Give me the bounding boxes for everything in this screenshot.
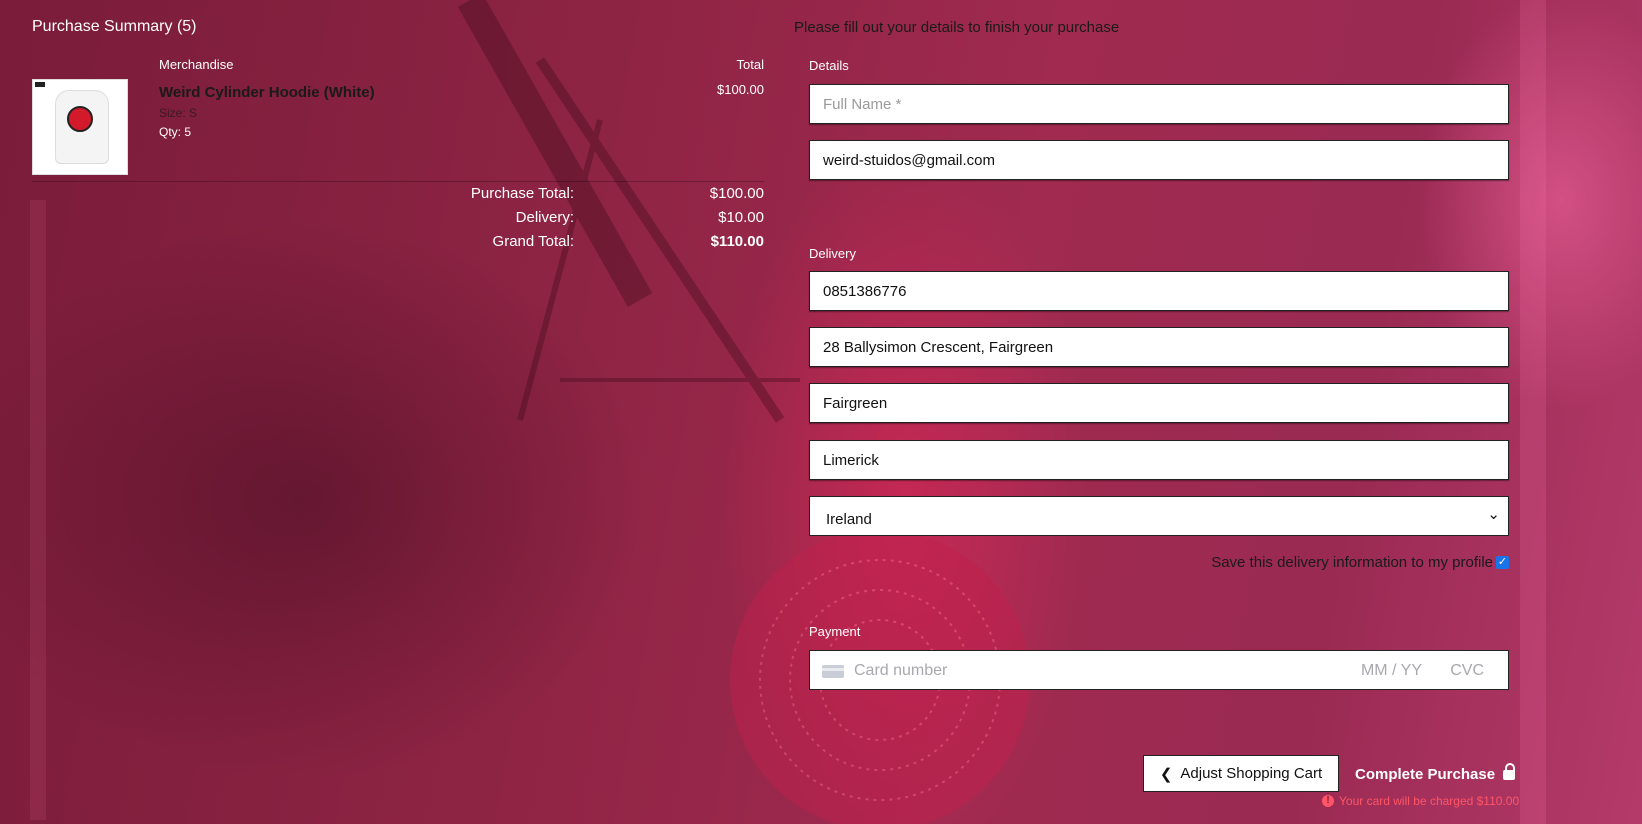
summary-divider [32, 181, 764, 182]
street-address-input[interactable] [809, 327, 1509, 367]
item-name: Weird Cylinder Hoodie (White) [159, 84, 375, 101]
purchase-total-label: Purchase Total: [470, 185, 574, 202]
product-thumbnail [32, 79, 128, 175]
adjust-shopping-cart-button[interactable]: ❮ Adjust Shopping Cart [1143, 755, 1339, 792]
email-input[interactable] [809, 140, 1509, 180]
purchase-summary-title: Purchase Summary (5) [32, 18, 197, 35]
complete-purchase-label: Complete Purchase [1355, 765, 1496, 783]
charge-note-text: Your card will be charged $110.00 [1339, 794, 1520, 808]
charge-note: ! Your card will be charged $110.00 [1322, 794, 1519, 808]
save-info-label: Save this delivery information to my pro… [1211, 554, 1493, 571]
total-column-header: Total [736, 57, 764, 72]
purchase-total-value: $100.00 [709, 185, 764, 202]
phone-input[interactable] [809, 271, 1509, 311]
hoodie-logo-icon [67, 106, 93, 132]
merchandise-column-header: Merchandise [159, 57, 234, 72]
card-input[interactable]: Card number MM / YY CVC [809, 650, 1509, 690]
card-number-placeholder: Card number [854, 662, 948, 679]
complete-purchase-button[interactable]: Complete Purchase [1355, 760, 1516, 788]
adjust-shopping-cart-label: Adjust Shopping Cart [1180, 765, 1323, 782]
credit-card-icon [822, 665, 844, 678]
card-cvc-placeholder: CVC [1450, 662, 1484, 679]
item-price: $100.00 [717, 82, 764, 97]
county-input[interactable] [809, 440, 1509, 480]
details-section-label: Details [809, 58, 849, 73]
delivery-section-label: Delivery [809, 246, 856, 261]
card-expiry-placeholder: MM / YY [1360, 662, 1422, 679]
payment-section-label: Payment [809, 624, 861, 639]
chevron-left-icon: ❮ [1159, 765, 1173, 783]
save-info-checkbox[interactable]: ✓ [1496, 556, 1509, 569]
full-name-input[interactable] [809, 84, 1509, 124]
warning-icon: ! [1322, 795, 1334, 807]
country-select[interactable]: Ireland ⌄ [809, 496, 1509, 536]
thumbnail-tag [35, 82, 45, 87]
grand-total-value: $110.00 [710, 233, 764, 250]
chevron-down-icon: ⌄ [1487, 506, 1500, 523]
item-size: Size: S [159, 106, 198, 120]
form-heading: Please fill out your details to finish y… [794, 19, 1120, 36]
delivery-value: $10.00 [718, 209, 764, 226]
delivery-label: Delivery: [515, 209, 574, 226]
grand-total-label: Grand Total: [492, 233, 574, 250]
lock-icon [1503, 763, 1516, 780]
country-selected-value: Ireland [826, 511, 872, 528]
item-qty: Qty: 5 [159, 125, 192, 139]
town-input[interactable] [809, 383, 1509, 423]
